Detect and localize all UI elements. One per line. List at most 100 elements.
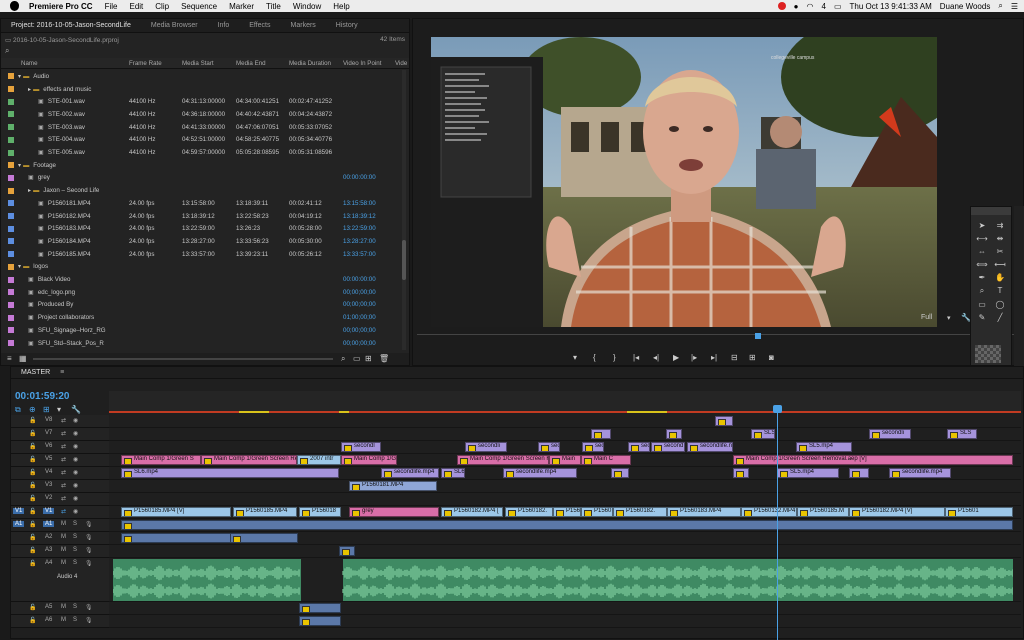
eye-icon[interactable]: ◉ (73, 456, 78, 463)
solo-button[interactable]: S (73, 560, 77, 566)
project-scrollbar[interactable] (402, 70, 406, 350)
hand-icon[interactable]: ✋ (993, 273, 1007, 282)
label-color-swatch[interactable] (8, 111, 14, 118)
label-color-swatch[interactable] (8, 340, 14, 347)
timeline-clip[interactable]: P1560181.MP4 (349, 481, 437, 491)
timeline-clip[interactable]: P156018 (299, 507, 341, 517)
timeline-clip[interactable]: grey (349, 507, 439, 517)
disclosure-open-icon[interactable]: ▾ (18, 263, 21, 270)
mark-in-icon[interactable]: { (593, 353, 596, 362)
label-color-swatch[interactable] (8, 225, 14, 232)
bin-row[interactable]: ▸ ▬ Jaxon – Second Life (1, 184, 409, 197)
sync-lock-icon[interactable]: ⇄ (61, 430, 66, 437)
step-forward-icon[interactable]: |▸ (691, 353, 697, 362)
sync-lock-icon[interactable]: ⇄ (61, 443, 66, 450)
track-label[interactable]: V8 (43, 417, 54, 423)
disclosure-open-icon[interactable]: ▾ (18, 162, 21, 169)
track-label[interactable]: V4 (43, 469, 54, 475)
menu-file[interactable]: File (99, 2, 124, 11)
col-video-in-point[interactable]: Video In Point (343, 60, 381, 67)
col-media-start[interactable]: Media Start (182, 60, 214, 67)
disclosure-closed-icon[interactable]: ▸ (28, 187, 31, 194)
extract-icon[interactable]: ⊞ (749, 353, 756, 362)
menu-title[interactable]: Title (260, 2, 287, 11)
timeline-clip[interactable]: secondli (465, 442, 507, 452)
monitor-playhead-marker[interactable] (755, 333, 761, 339)
track-label[interactable]: A4 (43, 560, 54, 566)
solo-button[interactable]: S (73, 617, 77, 623)
clip-row[interactable]: ▣ Project collaborators 01;00;00;00 (1, 311, 409, 324)
track-lane-a6[interactable] (109, 615, 1021, 628)
tab-history[interactable]: History (326, 22, 368, 29)
lock-icon[interactable]: 🔓 (29, 469, 36, 476)
fit-dropdown[interactable]: Full (921, 314, 932, 321)
track-label[interactable]: V6 (43, 443, 54, 449)
go-to-out-icon[interactable]: ▸| (711, 353, 717, 362)
label-color-swatch[interactable] (8, 187, 14, 194)
eye-icon[interactable]: ◉ (73, 417, 78, 424)
timeline-clip[interactable]: P1560132.MP4 (741, 507, 797, 517)
timeline-ruler[interactable] (109, 391, 1021, 413)
line-icon[interactable]: ╱ (993, 313, 1007, 322)
track-label[interactable]: A2 (43, 534, 54, 540)
voiceover-mic-icon[interactable]: 🎙 (85, 604, 93, 611)
item-name[interactable]: P1560185.MP4 (48, 251, 128, 258)
label-color-swatch[interactable] (8, 301, 14, 308)
export-frame-icon[interactable]: ◙ (769, 353, 774, 362)
voiceover-mic-icon[interactable]: 🎙 (85, 547, 93, 554)
solo-button[interactable]: S (73, 604, 77, 610)
label-color-swatch[interactable] (8, 200, 14, 207)
track-label[interactable]: A3 (43, 547, 54, 553)
solo-button[interactable]: S (73, 547, 77, 553)
timeline-clip[interactable]: secondlife.mp4 (503, 468, 577, 478)
eye-icon[interactable]: ◉ (73, 482, 78, 489)
timeline-clip[interactable]: SL6.mp4 (121, 468, 339, 478)
mute-button[interactable]: M (61, 604, 66, 610)
item-name[interactable]: edc_logo.png (38, 289, 118, 296)
clip-row[interactable]: ▣ SFU_Std–Stack_Pos_R 00;00;00;00 (1, 337, 409, 350)
label-color-swatch[interactable] (8, 162, 14, 169)
timeline-clip[interactable]: Main Comp 1/G (341, 455, 397, 465)
item-name[interactable]: STE-004.wav (48, 136, 128, 143)
track-label[interactable]: V7 (43, 430, 54, 436)
timeline-clip[interactable]: sec (582, 442, 604, 452)
label-color-swatch[interactable] (8, 263, 14, 270)
add-marker-icon[interactable]: ▾ (573, 353, 577, 362)
item-name[interactable]: Produced By (38, 301, 118, 308)
trash-icon[interactable]: 🗑 (379, 354, 389, 363)
item-name[interactable]: STE-003.wav (48, 124, 128, 131)
track-label[interactable]: V5 (43, 456, 54, 462)
clip-row[interactable]: ▣ P1560184.MP4 24.00 fps 13:28:27:00 13:33:5… (1, 235, 409, 248)
label-color-swatch[interactable] (8, 314, 14, 321)
item-name[interactable]: P1560182.MP4 (48, 213, 128, 220)
timeline-clip[interactable]: SL6 (441, 468, 465, 478)
eye-icon[interactable]: ◉ (73, 469, 78, 476)
source-patch[interactable]: A1 (13, 521, 25, 527)
timeline-clip[interactable] (715, 416, 733, 426)
list-view-icon[interactable]: ≡ (7, 354, 12, 363)
eye-icon[interactable]: ◉ (73, 508, 78, 515)
timeline-clip[interactable]: second (651, 442, 685, 452)
track-label[interactable]: V2 (43, 495, 54, 501)
item-name[interactable]: Black Video (38, 276, 118, 283)
search-icon[interactable]: ⌕ (5, 46, 17, 55)
find-icon[interactable]: ⌕ (341, 354, 345, 364)
voiceover-mic-icon[interactable]: 🎙 (85, 521, 93, 528)
source-patch[interactable]: V1 (13, 508, 25, 514)
clip-row[interactable]: ▣ P1560183.MP4 24.00 fps 13:22:59:00 13:26:2… (1, 222, 409, 235)
item-name[interactable]: P1560181.MP4 (48, 200, 128, 207)
track-lane-v8[interactable] (109, 415, 1021, 428)
label-color-swatch[interactable] (8, 98, 14, 105)
timeline-clip[interactable]: P1560185.MP4 [V] (121, 507, 231, 517)
battery-icon[interactable]: ▭ (834, 2, 842, 11)
zoom-slider[interactable] (33, 358, 333, 360)
bin-row[interactable]: ▾ ▬ Audio (1, 70, 409, 83)
eye-icon[interactable]: ◉ (73, 443, 78, 450)
voiceover-mic-icon[interactable]: 🎙 (85, 534, 93, 541)
timeline-clip[interactable] (849, 468, 869, 478)
timeline-clip[interactable]: Main Comp 1/Green S (121, 455, 201, 465)
track-select-icon[interactable]: ⇉ (993, 221, 1007, 230)
timeline-timecode[interactable]: 00:01:59:20 (15, 391, 69, 402)
ellipse-icon[interactable]: ◯ (993, 300, 1007, 309)
go-to-in-icon[interactable]: |◂ (633, 353, 639, 362)
